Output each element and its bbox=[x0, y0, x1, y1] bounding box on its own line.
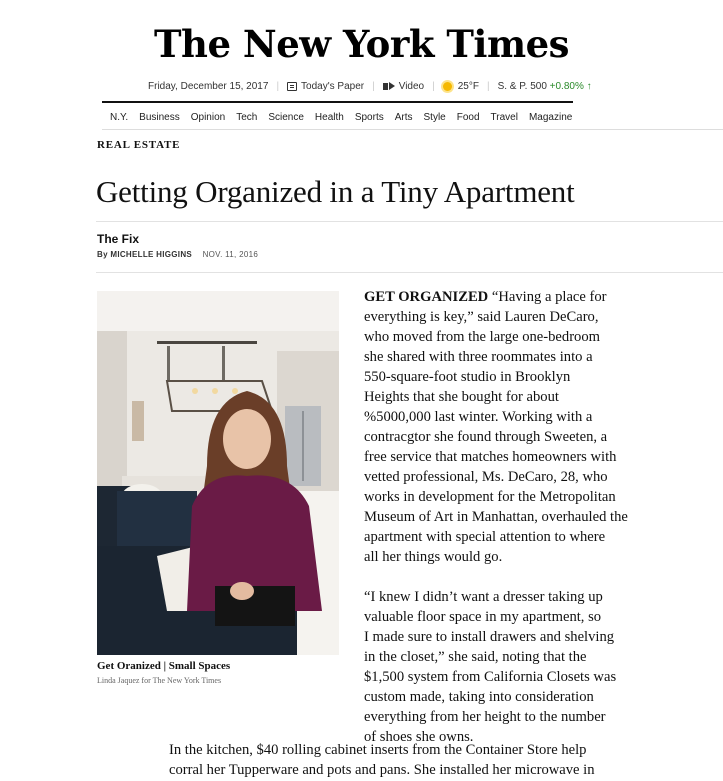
market-change: +0.80% ↑ bbox=[549, 80, 592, 92]
todays-paper-link[interactable]: Today's Paper bbox=[301, 81, 364, 92]
info-bar: Friday, December 15, 2017 | Today's Pape… bbox=[148, 80, 592, 92]
nav-item-sports[interactable]: Sports bbox=[355, 112, 384, 123]
nav-item-travel[interactable]: Travel bbox=[491, 112, 518, 123]
nav-item-magazine[interactable]: Magazine bbox=[529, 112, 572, 123]
nav-item-food[interactable]: Food bbox=[457, 112, 480, 123]
market-label[interactable]: S. & P. 500 bbox=[498, 81, 547, 92]
lead-in: GET ORGANIZED bbox=[364, 289, 489, 305]
publish-date: NOV. 11, 2016 bbox=[202, 250, 259, 259]
nav-divider bbox=[102, 129, 723, 130]
video-icon bbox=[382, 82, 388, 90]
paragraph-3: In the kitchen, $40 rolling cabinet inse… bbox=[169, 742, 595, 778]
headline-divider bbox=[96, 221, 723, 222]
nav-item-business[interactable]: Business bbox=[139, 112, 180, 123]
byline: By MICHELLE HIGGINS NOV. 11, 2016 bbox=[97, 250, 258, 259]
nav-item-health[interactable]: Health bbox=[315, 112, 344, 123]
author[interactable]: By MICHELLE HIGGINS bbox=[97, 250, 192, 259]
weather-temp[interactable]: 25°F bbox=[458, 81, 479, 92]
section-nav: N.Y. Business Opinion Tech Science Healt… bbox=[110, 112, 572, 123]
nav-item-science[interactable]: Science bbox=[268, 112, 304, 123]
photo-credit: Linda Jaquez for The New York Times bbox=[97, 676, 222, 685]
article-photo bbox=[97, 291, 339, 655]
sun-icon bbox=[442, 81, 452, 91]
column-name[interactable]: The Fix bbox=[97, 232, 139, 246]
nav-item-arts[interactable]: Arts bbox=[395, 112, 413, 123]
photo-caption: Get Oranized | Small Spaces bbox=[97, 660, 231, 672]
article-body-full: In the kitchen, $40 rolling cabinet inse… bbox=[169, 740, 689, 780]
newspaper-icon bbox=[287, 81, 298, 91]
paragraph-2: “I knew I didn’t want a dresser taking u… bbox=[364, 589, 617, 745]
article-headline: Getting Organized in a Tiny Apartment bbox=[96, 174, 575, 209]
edition-date: Friday, December 15, 2017 bbox=[148, 80, 269, 92]
masthead-rule bbox=[102, 101, 573, 103]
nav-item-ny[interactable]: N.Y. bbox=[110, 112, 128, 123]
section-label[interactable]: REAL ESTATE bbox=[97, 139, 180, 151]
byline-divider bbox=[96, 272, 723, 273]
nav-item-style[interactable]: Style bbox=[424, 112, 446, 123]
masthead-logo[interactable]: The New York Times bbox=[0, 22, 723, 66]
nav-item-opinion[interactable]: Opinion bbox=[191, 112, 225, 123]
article-body-column: GET ORGANIZED “Having a place for everyt… bbox=[364, 287, 664, 767]
paragraph-1: GET ORGANIZED “Having a place for everyt… bbox=[364, 289, 628, 565]
video-link[interactable]: Video bbox=[399, 81, 424, 92]
nav-item-tech[interactable]: Tech bbox=[236, 112, 257, 123]
